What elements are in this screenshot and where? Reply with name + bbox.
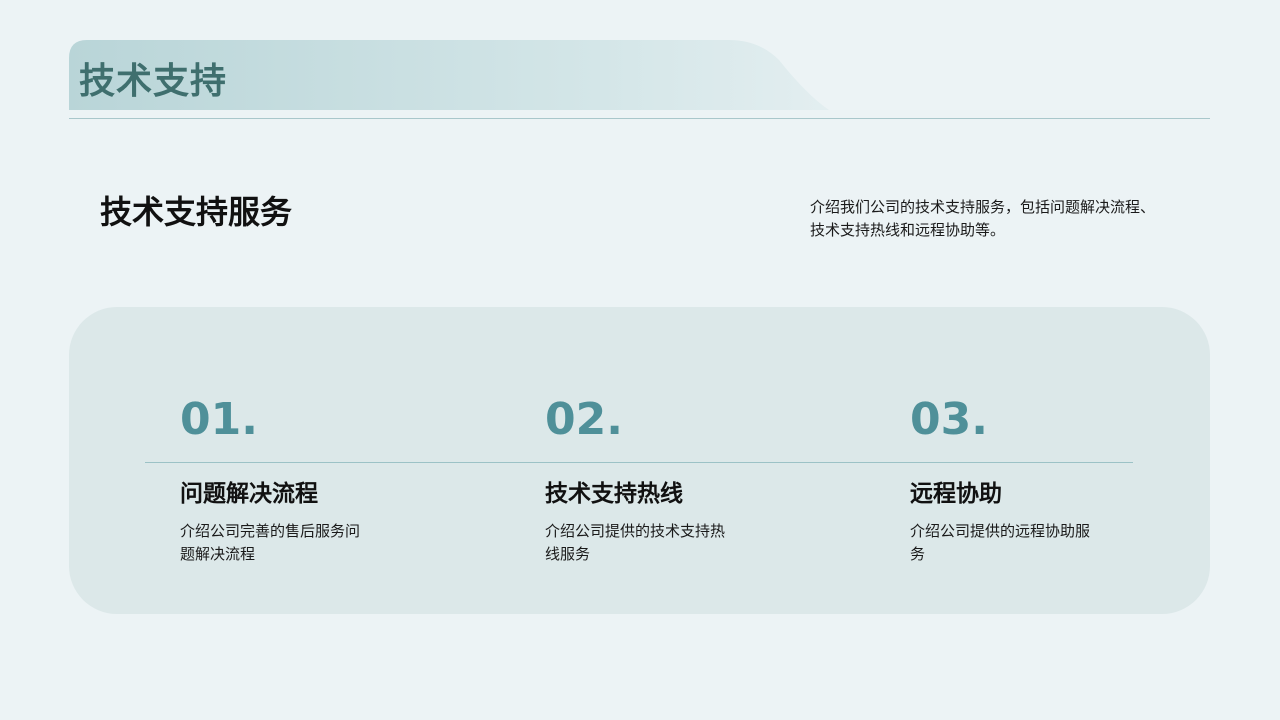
- section-title: 技术支持服务: [100, 193, 293, 231]
- step-description: 介绍公司提供的远程协助服务: [910, 522, 1091, 563]
- step-number: 03.: [910, 394, 988, 445]
- step-title: 远程协助: [910, 481, 1002, 507]
- step-number: 02.: [545, 394, 623, 445]
- step-item-2: 02. 技术支持热线 介绍公司提供的技术支持热线服务: [545, 390, 845, 566]
- section-description: 介绍我们公司的技术支持服务，包括问题解决流程、技术支持热线和远程协助等。: [810, 198, 1156, 239]
- header-divider: [69, 118, 1210, 119]
- step-number: 01.: [180, 394, 258, 445]
- step-title: 技术支持热线: [545, 481, 683, 507]
- step-item-3: 03. 远程协助 介绍公司提供的远程协助服务: [910, 390, 1210, 566]
- page-title: 技术支持: [79, 61, 228, 102]
- step-description: 介绍公司完善的售后服务问题解决流程: [180, 522, 361, 563]
- step-item-1: 01. 问题解决流程 介绍公司完善的售后服务问题解决流程: [180, 390, 480, 566]
- step-description: 介绍公司提供的技术支持热线服务: [545, 522, 726, 563]
- step-title: 问题解决流程: [180, 481, 318, 507]
